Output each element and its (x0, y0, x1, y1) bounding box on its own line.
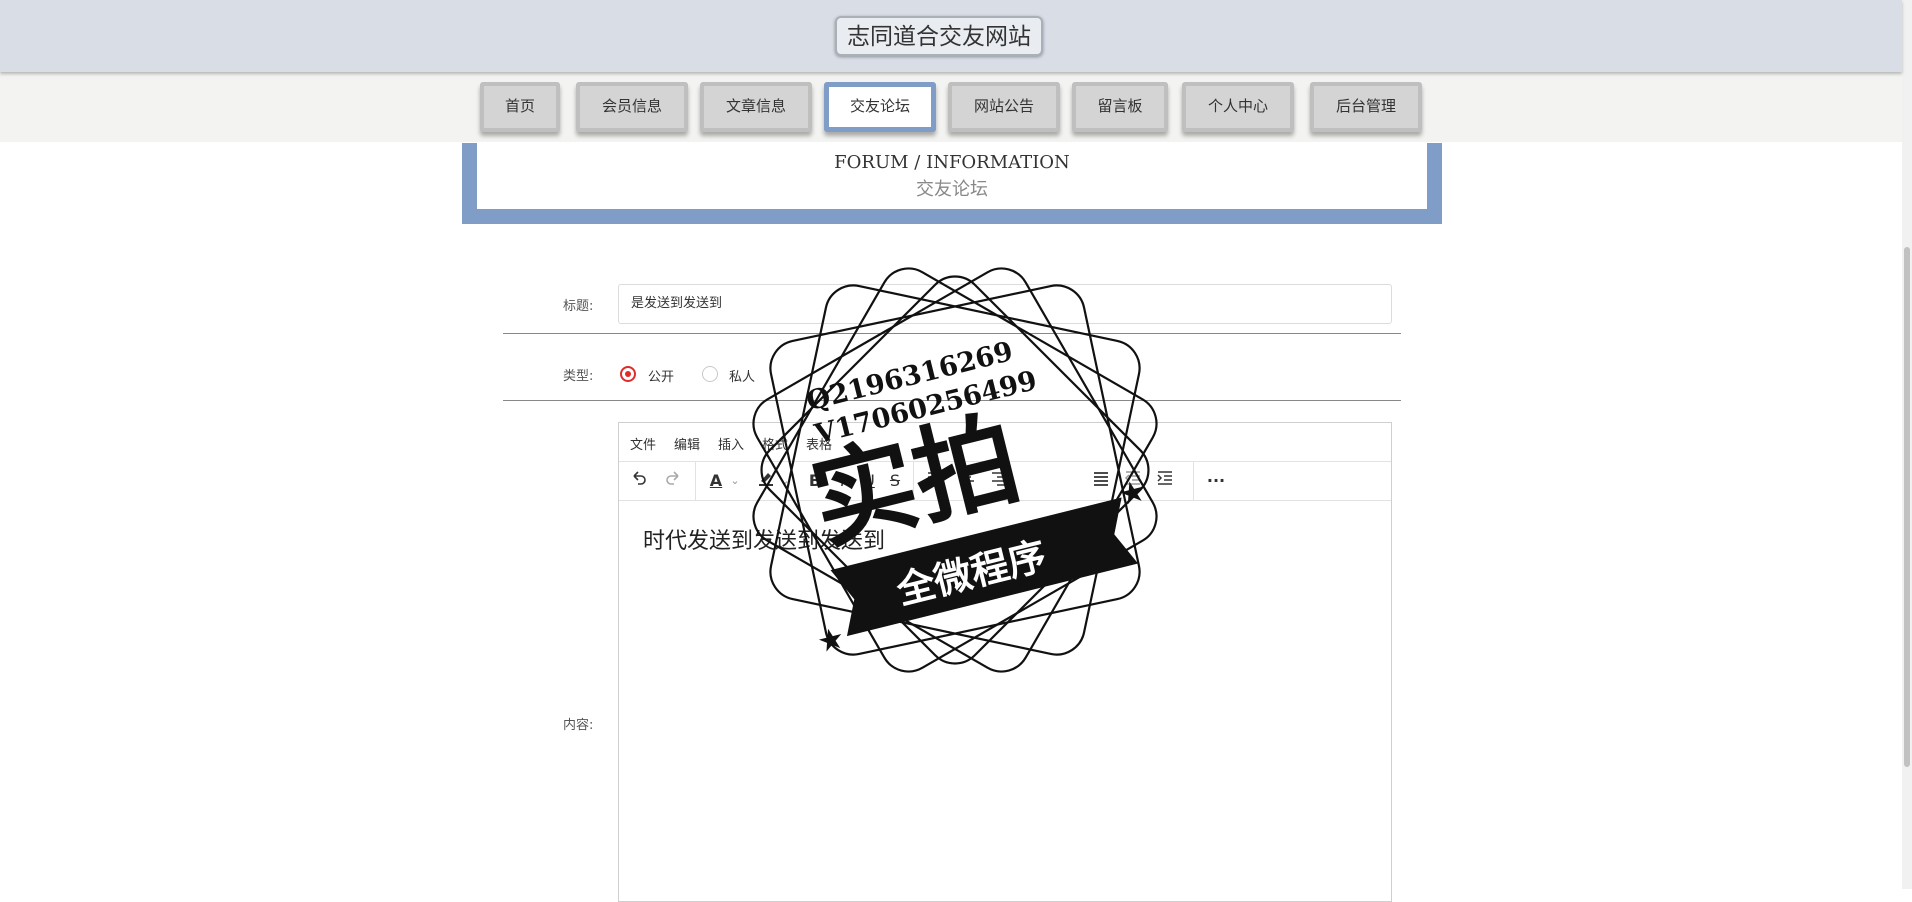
watermark-line1: Q2196316269 (803, 336, 1016, 417)
underline-icon[interactable]: U (859, 469, 879, 493)
toolbar-separator (695, 462, 696, 500)
toolbar-separator (913, 462, 914, 500)
rich-text-editor: 文件 编辑 插入 格式 表格 A ⌄ ⌄ B I U S ··· 时代发送到发送… (618, 422, 1392, 902)
menu-insert[interactable]: 插入 (718, 434, 744, 453)
nav-members[interactable]: 会员信息 (576, 82, 688, 132)
align-center-icon[interactable] (955, 469, 979, 493)
strikethrough-icon[interactable]: S (885, 469, 905, 493)
type-private-label[interactable]: 私人 (729, 366, 755, 385)
site-header: 志同道合交友网站 (0, 0, 1902, 72)
type-public-radio[interactable] (620, 366, 636, 382)
menu-table[interactable]: 表格 (806, 434, 832, 453)
menu-edit[interactable]: 编辑 (674, 434, 700, 453)
banner-title-en: FORUM / INFORMATION (834, 152, 1070, 173)
divider (503, 333, 1401, 334)
scrollbar-thumb[interactable] (1904, 247, 1910, 767)
font-color-icon[interactable]: A (705, 469, 727, 493)
type-private-radio[interactable] (702, 366, 718, 382)
menu-file[interactable]: 文件 (630, 434, 656, 453)
nav-forum[interactable]: 交友论坛 (824, 82, 936, 132)
banner-content: FORUM / INFORMATION 交友论坛 (477, 143, 1427, 209)
undo-icon[interactable] (627, 469, 651, 493)
type-public-label[interactable]: 公开 (648, 366, 674, 385)
nav-articles[interactable]: 文章信息 (700, 82, 812, 132)
nav-home[interactable]: 首页 (480, 82, 560, 132)
highlight-color-icon[interactable] (755, 469, 777, 493)
editor-menubar: 文件 编辑 插入 格式 表格 (619, 423, 1391, 462)
align-justify-icon[interactable] (1089, 469, 1113, 493)
toolbar-separator (1193, 462, 1194, 500)
chevron-down-icon[interactable]: ⌄ (779, 469, 791, 493)
italic-icon[interactable]: I (833, 469, 853, 493)
nav-announcements[interactable]: 网站公告 (948, 82, 1060, 132)
align-left-icon[interactable] (923, 469, 947, 493)
type-label: 类型: (563, 369, 594, 384)
nav-personal-center[interactable]: 个人中心 (1182, 82, 1294, 132)
outdent-icon[interactable] (1121, 469, 1145, 493)
chevron-down-icon[interactable]: ⌄ (729, 469, 741, 493)
nav-guestbook[interactable]: 留言板 (1072, 82, 1168, 132)
site-title: 志同道合交友网站 (835, 16, 1043, 56)
content-label: 内容: (563, 718, 594, 733)
forum-banner: FORUM / INFORMATION 交友论坛 (462, 143, 1442, 224)
more-icon[interactable]: ··· (1203, 469, 1229, 493)
menu-format[interactable]: 格式 (762, 434, 788, 453)
editor-content[interactable]: 时代发送到发送到发送到 (643, 523, 885, 555)
title-input[interactable]: 是发送到发送到 (618, 284, 1392, 324)
editor-toolbar: A ⌄ ⌄ B I U S ··· (619, 462, 1391, 501)
divider (503, 400, 1401, 401)
title-label: 标题: (563, 299, 594, 314)
redo-icon[interactable] (661, 469, 685, 493)
indent-icon[interactable] (1153, 469, 1177, 493)
banner-title-cn: 交友论坛 (916, 179, 988, 200)
bold-icon[interactable]: B (805, 469, 825, 493)
nav-admin[interactable]: 后台管理 (1310, 82, 1422, 132)
align-right-icon[interactable] (987, 469, 1011, 493)
